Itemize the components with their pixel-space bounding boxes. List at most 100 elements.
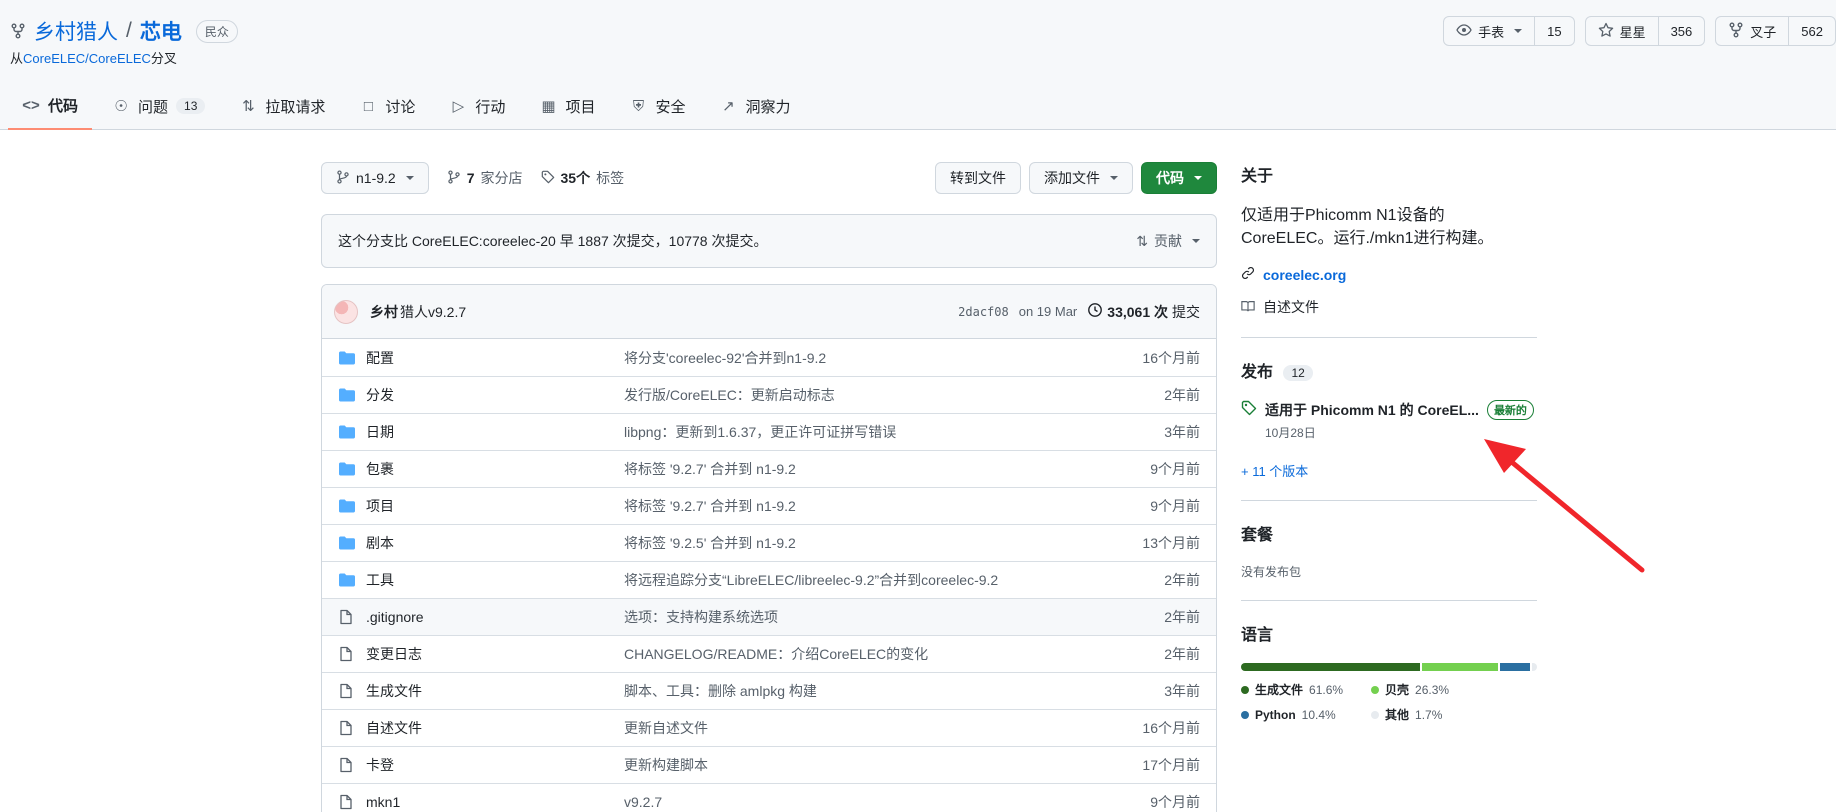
homepage-url[interactable]: coreelec.org xyxy=(1263,267,1346,283)
language-list: 生成文件 61.6% 贝壳 26.3% Python 10.4% 其他 1.7% xyxy=(1241,681,1537,723)
commit-sha[interactable]: 2dacf08 xyxy=(958,305,1009,319)
more-releases-text[interactable]: + 11 个版本 xyxy=(1241,464,1308,479)
file-commit-message[interactable]: 选项：支持构建系统选项 xyxy=(624,607,1090,627)
file-name[interactable]: 配置 xyxy=(366,348,624,368)
file-row[interactable]: 卡登 更新构建脚本 17个月前 xyxy=(322,746,1216,783)
file-commit-message[interactable]: 将标签 '9.2.5' 合并到 n1-9.2 xyxy=(624,533,1090,553)
file-age: 9个月前 xyxy=(1150,794,1200,810)
file-commit-message[interactable]: 将标签 '9.2.7' 合并到 n1-9.2 xyxy=(624,459,1090,479)
file-commit-message[interactable]: libpng：更新到1.6.37，更正许可证拼写错误 xyxy=(624,422,1090,442)
releases-heading[interactable]: 发布 12 xyxy=(1241,358,1537,382)
file-row[interactable]: 包裹 将标签 '9.2.7' 合并到 n1-9.2 9个月前 xyxy=(322,450,1216,487)
release-name[interactable]: 适用于 Phicomm N1 的 CoreEL... xyxy=(1265,400,1479,420)
file-name[interactable]: .gitignore xyxy=(366,609,624,625)
watch-count[interactable]: 15 xyxy=(1535,17,1573,45)
contribute-button[interactable]: ⇅ 贡献 xyxy=(1136,231,1200,251)
repo-owner-link[interactable]: 乡村猎人 xyxy=(34,16,118,46)
file-name[interactable]: 工具 xyxy=(366,570,624,590)
file-row[interactable]: 变更日志 CHANGELOG/README：介绍CoreELEC的变化 2年前 xyxy=(322,635,1216,672)
file-commit-message[interactable]: 将标签 '9.2.7' 合并到 n1-9.2 xyxy=(624,496,1090,516)
history-icon xyxy=(1087,302,1103,321)
file-row[interactable]: 项目 将标签 '9.2.7' 合并到 n1-9.2 9个月前 xyxy=(322,487,1216,524)
branches-link[interactable]: 7 家分店 xyxy=(447,168,523,188)
file-commit-message[interactable]: 将远程追踪分支“LibreELEC/libreelec-9.2”合并到coree… xyxy=(624,570,1090,590)
homepage-link[interactable]: coreelec.org xyxy=(1241,266,1537,283)
issue-icon: ☉ xyxy=(114,98,128,115)
file-row[interactable]: 分发 发行版/CoreELEC：更新启动标志 2年前 xyxy=(322,376,1216,413)
file-row[interactable]: 工具 将远程追踪分支“LibreELEC/libreelec-9.2”合并到cor… xyxy=(322,561,1216,598)
tab-label: 行动 xyxy=(475,98,506,116)
file-commit-message[interactable]: 发行版/CoreELEC：更新启动标志 xyxy=(624,385,1090,405)
tab-insights[interactable]: ↗ 洞察力 xyxy=(705,82,804,130)
file-row[interactable]: mkn1 v9.2.7 9个月前 xyxy=(322,783,1216,812)
language-item[interactable]: Python 10.4% xyxy=(1241,706,1371,723)
branch-name: n1-9.2 xyxy=(356,170,396,186)
repo-name-link[interactable]: 芯电 xyxy=(140,16,182,46)
code-button-label: 代码 xyxy=(1156,170,1184,186)
tags-link[interactable]: 35个 标签 xyxy=(541,168,624,188)
file-name[interactable]: 自述文件 xyxy=(366,718,624,738)
commit-author[interactable]: 乡村 xyxy=(370,302,398,322)
branch-select-button[interactable]: n1-9.2 xyxy=(321,162,429,194)
forked-from-link[interactable]: CoreELEC/CoreELEC xyxy=(23,51,151,66)
file-row[interactable]: 配置 将分支'coreelec-92'合并到n1-9.2 16个月前 xyxy=(322,339,1216,376)
file-row[interactable]: 剧本 将标签 '9.2.5' 合并到 n1-9.2 13个月前 xyxy=(322,524,1216,561)
language-item[interactable]: 其他 1.7% xyxy=(1371,706,1501,723)
file-name[interactable]: 生成文件 xyxy=(366,681,624,701)
repo-title: 乡村猎人 / 芯电 民众 xyxy=(10,16,238,46)
tab-projects[interactable]: ▦ 项目 xyxy=(525,82,609,130)
add-file-button[interactable]: 添加文件 xyxy=(1029,162,1133,194)
file-age: 9个月前 xyxy=(1150,461,1200,477)
file-commit-message[interactable]: 将分支'coreelec-92'合并到n1-9.2 xyxy=(624,348,1090,368)
fork-label: 叉子 xyxy=(1750,24,1777,40)
file-commit-message[interactable]: CHANGELOG/README：介绍CoreELEC的变化 xyxy=(624,644,1090,664)
file-age: 2年前 xyxy=(1164,609,1200,625)
file-row[interactable]: 日期 libpng：更新到1.6.37，更正许可证拼写错误 3年前 xyxy=(322,413,1216,450)
fork-button[interactable]: 叉子 xyxy=(1716,17,1790,45)
divider xyxy=(1241,337,1537,338)
file-name[interactable]: 日期 xyxy=(366,422,624,442)
code-button[interactable]: 代码 xyxy=(1141,162,1217,194)
file-age: 9个月前 xyxy=(1150,498,1200,514)
tab-discussions[interactable]: □ 讨论 xyxy=(345,82,429,130)
commits-label: 提交 xyxy=(1172,303,1200,320)
commit-message[interactable]: 猎人v9.2.7 xyxy=(400,302,466,322)
repo-actions: 手表 15 星星 356 叉子 562 xyxy=(1443,16,1836,46)
tab-issues[interactable]: ☉ 问题 13 xyxy=(98,82,219,130)
language-item[interactable]: 贝壳 26.3% xyxy=(1371,681,1501,698)
file-name[interactable]: mkn1 xyxy=(366,794,624,810)
file-name[interactable]: 项目 xyxy=(366,496,624,516)
star-count[interactable]: 356 xyxy=(1659,17,1705,45)
language-item[interactable]: 生成文件 61.6% xyxy=(1241,681,1371,698)
file-commit-message[interactable]: 脚本、工具：删除 amlpkg 构建 xyxy=(624,681,1090,701)
file-commit-message[interactable]: 更新构建脚本 xyxy=(624,755,1090,775)
language-name: 贝壳 xyxy=(1385,683,1410,697)
file-row[interactable]: 生成文件 脚本、工具：删除 amlpkg 构建 3年前 xyxy=(322,672,1216,709)
file-row[interactable]: 自述文件 更新自述文件 16个月前 xyxy=(322,709,1216,746)
file-name[interactable]: 变更日志 xyxy=(366,644,624,664)
commits-history-link[interactable]: 33,061 次 提交 xyxy=(1087,302,1200,322)
file-name[interactable]: 卡登 xyxy=(366,755,624,775)
file-name[interactable]: 分发 xyxy=(366,385,624,405)
tab-label: 洞察力 xyxy=(745,98,791,116)
readme-link[interactable]: 自述文件 xyxy=(1241,297,1537,317)
file-name[interactable]: 包裹 xyxy=(366,459,624,479)
tab-pull-requests[interactable]: ⇅ 拉取请求 xyxy=(225,82,339,130)
tab-actions[interactable]: ▷ 行动 xyxy=(435,82,519,130)
file-name[interactable]: 剧本 xyxy=(366,533,624,553)
issues-counter: 13 xyxy=(176,98,206,114)
tag-icon xyxy=(541,170,555,187)
file-commit-message[interactable]: v9.2.7 xyxy=(624,794,1090,810)
fork-count[interactable]: 562 xyxy=(1789,17,1835,45)
avatar[interactable] xyxy=(334,299,358,324)
star-button[interactable]: 星星 xyxy=(1586,17,1659,45)
tab-label: 拉取请求 xyxy=(265,98,326,116)
watch-button[interactable]: 手表 xyxy=(1444,17,1536,45)
file-commit-message[interactable]: 更新自述文件 xyxy=(624,718,1090,738)
chevron-down-icon xyxy=(1194,176,1202,180)
file-row[interactable]: .gitignore 选项：支持构建系统选项 2年前 xyxy=(322,598,1216,635)
go-to-file-button[interactable]: 转到文件 xyxy=(935,162,1021,194)
chevron-down-icon xyxy=(1514,29,1523,33)
tab-security[interactable]: ⛨ 安全 xyxy=(615,82,699,130)
tab-code[interactable]: <> 代码 xyxy=(8,82,93,130)
